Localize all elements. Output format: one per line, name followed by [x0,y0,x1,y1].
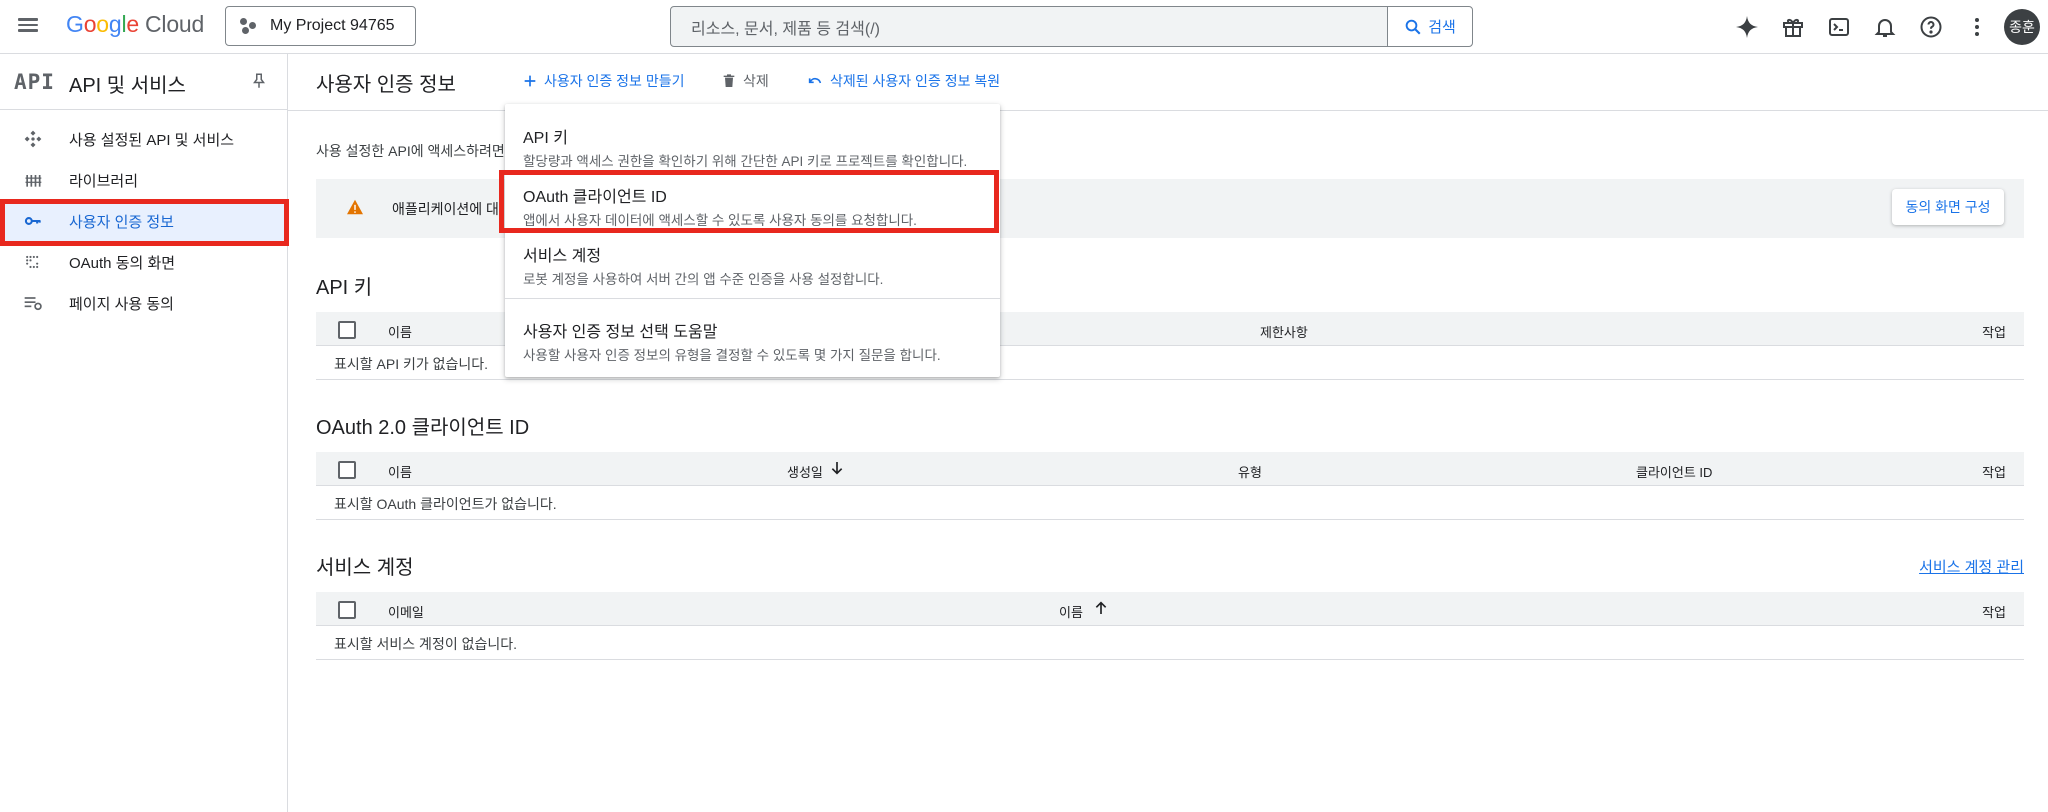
menu-divider [505,298,1000,299]
search-button-label: 검색 [1428,19,1456,36]
column-header[interactable]: 이름 [388,462,412,481]
column-header[interactable]: 이름 [1059,602,1083,621]
arrow-up-icon[interactable] [1093,599,1109,617]
api-logo: API [14,70,55,94]
project-dots-icon [240,17,258,35]
search-button[interactable]: 검색 [1387,7,1472,46]
select-all-checkbox[interactable] [338,601,356,619]
main-menu-icon[interactable] [16,13,40,37]
api-services-icon [23,129,43,149]
library-icon [23,170,43,190]
column-header[interactable]: 생성일 [787,462,823,481]
help-icon[interactable] [1908,4,1954,50]
search-input[interactable]: 리소스, 문서, 제품 등 검색(/) [671,7,1387,46]
bell-icon[interactable] [1862,4,1908,50]
more-vert-icon[interactable] [1954,4,2000,50]
sidebar-item-label: 라이브러리 [69,173,139,190]
column-header: 작업 [1982,605,2006,620]
sidebar-item-page-usage[interactable]: 페이지 사용 동의 [0,282,287,323]
gift-icon[interactable] [1770,4,1816,50]
google-cloud-logo[interactable]: Google Cloud [66,11,204,38]
restore-label: 삭제된 사용자 인증 정보 복원 [830,73,1001,89]
empty-message: 표시할 OAuth 클라이언트가 없습니다. [334,496,557,512]
page-title: 사용자 인증 정보 [316,74,456,96]
menu-item-api-key[interactable]: API 키 할당량과 액세스 권한을 확인하기 위해 간단한 API 키로 프로… [505,114,1000,172]
oauth-title: OAuth 2.0 클라이언트 ID [316,417,530,439]
column-header: 제한사항 [1260,325,1308,340]
delete-button[interactable]: 삭제 [721,71,769,91]
undo-icon [808,77,822,84]
menu-item-title: 서비스 계정 [523,248,602,265]
top-bar: Google Cloud My Project 94765 리소스, 문서, 제품… [0,0,2048,54]
oauth-table-header: 이름 생성일 유형 클라이언트 ID 작업 [316,452,2024,486]
plus-icon [524,75,536,87]
page-usage-icon [23,293,43,313]
empty-message: 표시할 서비스 계정이 없습니다. [334,636,517,652]
sidebar-item-oauth-consent[interactable]: OAuth 동의 화면 [0,241,287,282]
column-header: 작업 [1982,325,2006,340]
menu-item-description: 사용할 사용자 인증 정보의 유형을 결정할 수 있도록 몇 가지 질문을 합니… [523,348,941,363]
sidebar-item-library[interactable]: 라이브러리 [0,159,287,200]
menu-item-title: 사용자 인증 정보 선택 도움말 [523,324,718,341]
create-credentials-menu: API 키 할당량과 액세스 권한을 확인하기 위해 간단한 API 키로 프로… [505,104,1000,377]
warning-icon [346,199,364,220]
select-all-checkbox[interactable] [338,321,356,339]
restore-credentials-button[interactable]: 삭제된 사용자 인증 정보 복원 [806,71,1000,91]
column-header: 작업 [1982,465,2006,480]
sidebar-header: API API 및 서비스 [0,54,287,110]
service-accounts-title: 서비스 계정 [316,557,414,579]
select-all-checkbox[interactable] [338,461,356,479]
search-icon [1405,19,1421,34]
column-header[interactable]: 이름 [388,322,412,341]
arrow-down-icon[interactable] [829,459,845,477]
sidebar-title: API 및 서비스 [69,75,186,97]
sidebar: API API 및 서비스 사용 설정된 API 및 서비스 라이브러리 사용자… [0,54,288,812]
delete-label: 삭제 [743,73,769,89]
menu-item-description: 로봇 계정을 사용하여 서버 간의 앱 수준 인증을 사용 설정합니다. [523,272,884,287]
toolbar-icons: 종훈 [1724,0,2048,54]
configure-consent-button[interactable]: 동의 화면 구성 [1892,189,2004,225]
sidebar-item-enabled-apis[interactable]: 사용 설정된 API 및 서비스 [0,118,287,159]
create-credentials-button[interactable]: 사용자 인증 정보 만들기 [522,71,684,91]
menu-item-description: 할당량과 액세스 권한을 확인하기 위해 간단한 API 키로 프로젝트를 확인… [523,154,968,169]
gemini-icon[interactable] [1724,4,1770,50]
highlight-box-sidebar [0,199,289,246]
menu-item-title: API 키 [523,130,568,147]
api-keys-title: API 키 [316,277,373,299]
project-name: My Project 94765 [270,17,395,34]
empty-row: 표시할 OAuth 클라이언트가 없습니다. [316,486,2024,520]
consent-icon [23,252,43,272]
avatar[interactable]: 종훈 [2004,9,2040,45]
sidebar-item-label: 페이지 사용 동의 [69,296,174,313]
highlight-box-oauth [499,170,999,233]
intro-text: 사용 설정한 API에 액세스하려면 [316,143,505,159]
warning-text: 애플리케이션에 대 [392,201,499,217]
empty-message: 표시할 API 키가 없습니다. [334,356,489,372]
column-header[interactable]: 유형 [1238,462,1262,481]
menu-item-help-choose[interactable]: 사용자 인증 정보 선택 도움말 사용할 사용자 인증 정보의 유형을 결정할 … [505,306,1000,368]
terminal-icon[interactable] [1816,4,1862,50]
sidebar-item-label: 사용 설정된 API 및 서비스 [69,132,235,149]
empty-row: 표시할 서비스 계정이 없습니다. [316,626,2024,660]
manage-service-accounts-link[interactable]: 서비스 계정 관리 [1919,556,2024,577]
column-header[interactable]: 이메일 [388,602,424,621]
search-bar: 리소스, 문서, 제품 등 검색(/) 검색 [670,6,1473,47]
menu-item-service-account[interactable]: 서비스 계정 로봇 계정을 사용하여 서버 간의 앱 수준 인증을 사용 설정합… [505,234,1000,292]
trash-icon [723,74,735,87]
sidebar-item-label: OAuth 동의 화면 [69,255,176,272]
pin-icon[interactable] [250,72,268,95]
project-picker-button[interactable]: My Project 94765 [225,6,416,46]
service-accounts-table-header: 이메일 이름 작업 [316,592,2024,626]
create-credentials-label: 사용자 인증 정보 만들기 [544,73,685,89]
column-header[interactable]: 클라이언트 ID [1636,462,1712,481]
